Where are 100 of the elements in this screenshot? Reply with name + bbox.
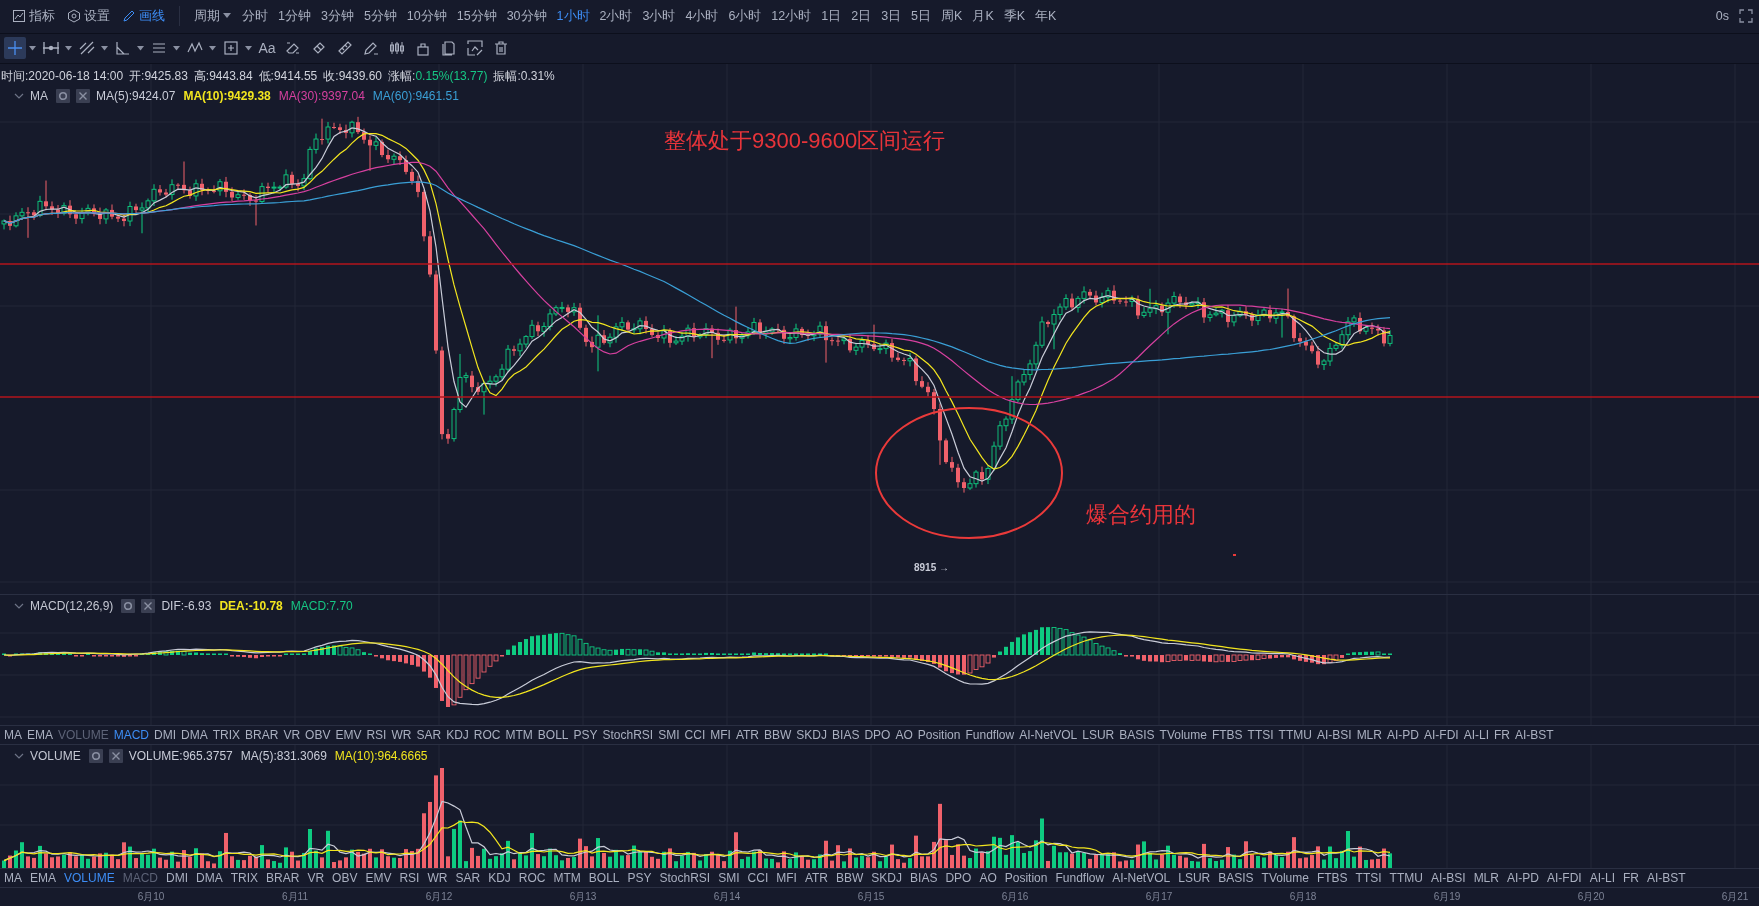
indicator-tab[interactable]: AI-PD: [1386, 728, 1419, 743]
indicator-tab[interactable]: PSY: [573, 728, 598, 743]
indicator-tab[interactable]: ROC: [473, 728, 501, 743]
period-tab[interactable]: 2小时: [594, 8, 638, 25]
period-tab[interactable]: 6小时: [723, 8, 767, 25]
indicator-tab[interactable]: LSUR: [1178, 871, 1211, 886]
indicator-tab[interactable]: OBV: [305, 728, 331, 743]
period-tab[interactable]: 周K: [936, 8, 968, 25]
indicator-tab[interactable]: ATR: [804, 871, 828, 886]
indicator-tab[interactable]: VR: [283, 728, 301, 743]
indicator-tab[interactable]: FTBS: [1316, 871, 1348, 886]
indicator-tab[interactable]: MTM: [505, 728, 533, 743]
text-tool-button[interactable]: Aa: [256, 37, 278, 60]
indicator-tab[interactable]: TTSI: [1247, 728, 1274, 743]
indicator-tab[interactable]: MFI: [776, 871, 797, 886]
indicator-tab[interactable]: SKDJ: [871, 871, 903, 886]
period-tab[interactable]: 3分钟: [315, 8, 359, 25]
indicator-tab[interactable]: DPO: [864, 728, 891, 743]
indicator-tab[interactable]: AI-FDI: [1424, 728, 1459, 743]
indicator-tab[interactable]: DMI: [154, 728, 177, 743]
indicator-tab[interactable]: SAR: [416, 728, 442, 743]
indicator-tab[interactable]: MLR: [1473, 871, 1499, 886]
period-tab[interactable]: 年K: [1030, 8, 1062, 25]
period-tab[interactable]: 3小时: [637, 8, 681, 25]
indicator-tab[interactable]: BASIS: [1218, 871, 1254, 886]
indicator-tab[interactable]: MFI: [710, 728, 731, 743]
indicator-tab[interactable]: FR: [1494, 728, 1510, 743]
indicator-tab[interactable]: DMI: [166, 871, 189, 886]
menu-button[interactable]: 设置: [61, 8, 116, 25]
period-tab[interactable]: 5分钟: [358, 8, 402, 25]
indicator-tab[interactable]: EMV: [335, 728, 362, 743]
period-tab[interactable]: 3日: [876, 8, 907, 25]
indicator-tab[interactable]: WR: [391, 728, 412, 743]
indicator-tab[interactable]: MLR: [1356, 728, 1382, 743]
period-tab[interactable]: 2日: [846, 8, 877, 25]
indicator-tab[interactable]: KDJ: [488, 871, 511, 886]
indicator-tab[interactable]: AO: [895, 728, 913, 743]
indicator-tab[interactable]: AI-LI: [1463, 728, 1489, 743]
indicator-tab[interactable]: TRIX: [230, 871, 259, 886]
indicator-tab[interactable]: MA: [4, 728, 22, 743]
indicator-tab[interactable]: RSI: [366, 728, 387, 743]
indicator-tab[interactable]: BBW: [764, 728, 792, 743]
menu-button[interactable]: 画线: [116, 8, 171, 25]
period-tab[interactable]: 月K: [967, 8, 999, 25]
indicator-tab[interactable]: FTBS: [1211, 728, 1243, 743]
period-tab[interactable]: 12小时: [766, 8, 817, 25]
indicator-tab[interactable]: BIAS: [910, 871, 938, 886]
indicator-tab[interactable]: TVolume: [1261, 871, 1309, 886]
period-tab[interactable]: 季K: [998, 8, 1031, 25]
indicator-tab[interactable]: BIAS: [832, 728, 860, 743]
indicator-tab[interactable]: StochRSI: [602, 728, 654, 743]
period-tab[interactable]: 1分钟: [273, 8, 316, 25]
indicator-tab[interactable]: TTMU: [1278, 728, 1312, 743]
indicator-tab[interactable]: SAR: [455, 871, 481, 886]
period-tab[interactable]: 30分钟: [501, 8, 552, 25]
indicator-tab[interactable]: FR: [1623, 871, 1639, 886]
indicator-tab[interactable]: AI-BST: [1647, 871, 1686, 886]
indicator-tab[interactable]: AI-LI: [1589, 871, 1615, 886]
indicator-tab[interactable]: TRIX: [212, 728, 241, 743]
period-tab[interactable]: 15分钟: [451, 8, 502, 25]
indicator-tab[interactable]: SKDJ: [796, 728, 828, 743]
indicator-tab[interactable]: ATR: [735, 728, 759, 743]
indicator-tab[interactable]: EMV: [365, 871, 392, 886]
period-tab[interactable]: 1小时: [551, 8, 595, 25]
indicator-tab[interactable]: SMI: [718, 871, 740, 886]
indicator-tab[interactable]: TTSI: [1355, 871, 1382, 886]
indicator-tab[interactable]: SMI: [658, 728, 680, 743]
indicator-tab[interactable]: DMA: [181, 728, 208, 743]
indicator-tab[interactable]: PSY: [627, 871, 652, 886]
indicator-tab[interactable]: EMA: [27, 728, 53, 743]
indicator-tab[interactable]: CCI: [684, 728, 706, 743]
indicator-tab[interactable]: BOLL: [537, 728, 569, 743]
indicator-tab[interactable]: TVolume: [1159, 728, 1207, 743]
indicator-tab[interactable]: VR: [307, 871, 325, 886]
indicator-tab[interactable]: EMA: [30, 871, 56, 886]
indicator-tab[interactable]: WR: [427, 871, 448, 886]
period-tab[interactable]: 1日: [816, 8, 847, 25]
indicator-tab[interactable]: ROC: [518, 871, 546, 886]
indicator-tab[interactable]: Fundflow: [1055, 871, 1105, 886]
indicator-tab[interactable]: CCI: [747, 871, 769, 886]
indicator-tab[interactable]: Fundflow: [965, 728, 1015, 743]
indicator-tab[interactable]: BBW: [836, 871, 864, 886]
indicator-tab[interactable]: OBV: [332, 871, 358, 886]
indicator-tab[interactable]: AI-NetVOL: [1019, 728, 1078, 743]
indicator-tab[interactable]: KDJ: [446, 728, 469, 743]
indicator-tab[interactable]: AI-PD: [1506, 871, 1539, 886]
indicator-tab[interactable]: LSUR: [1082, 728, 1115, 743]
indicator-tab[interactable]: BASIS: [1119, 728, 1155, 743]
indicator-tab[interactable]: BOLL: [588, 871, 620, 886]
indicator-tab[interactable]: VOLUME: [64, 871, 115, 886]
period-tab[interactable]: 5日: [906, 8, 937, 25]
indicator-tab[interactable]: AI-BSI: [1430, 871, 1466, 886]
indicator-tab[interactable]: AO: [979, 871, 997, 886]
period-tab[interactable]: 10分钟: [401, 8, 452, 25]
indicator-tab[interactable]: DMA: [196, 871, 223, 886]
indicator-tab[interactable]: Position: [1004, 871, 1048, 886]
indicator-tab[interactable]: Position: [917, 728, 961, 743]
indicator-tab[interactable]: AI-FDI: [1547, 871, 1582, 886]
indicator-tab[interactable]: BRAR: [245, 728, 279, 743]
period-dropdown[interactable]: 周期: [188, 8, 237, 25]
